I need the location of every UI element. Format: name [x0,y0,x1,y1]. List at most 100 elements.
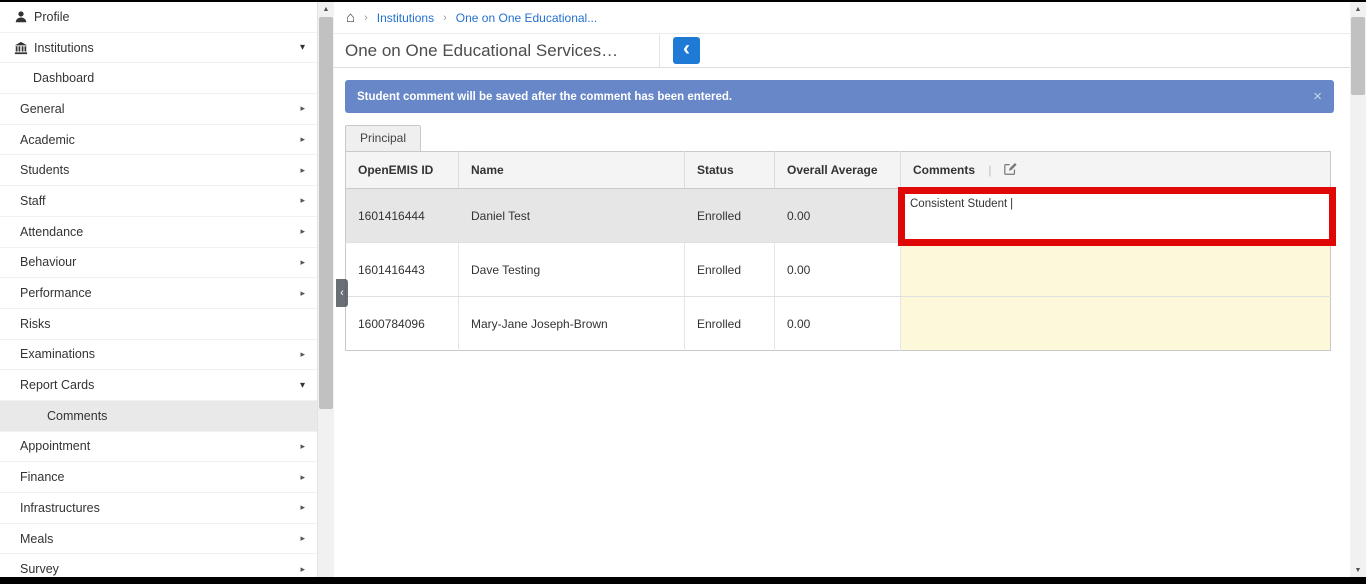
sidebar-item-institutions[interactable]: Institutions ▾ [0,32,317,64]
sidebar-item-performance[interactable]: Performance ▸ [0,278,317,309]
chevron-right-icon: ▸ [300,533,305,544]
breadcrumb-link-institutions[interactable]: Institutions [377,11,434,25]
chevron-right-icon: ▸ [300,164,305,175]
table-row-dave-testing[interactable]: 1601416443 Dave Testing Enrolled 0.00 [345,242,1331,297]
cell-openemis-id: 1601416443 [345,242,459,297]
close-icon[interactable]: × [1313,89,1322,104]
chevron-left-icon: ‹ [340,287,344,299]
cell-status: Enrolled [684,242,775,297]
scroll-up-icon[interactable]: ▲ [318,2,334,16]
sidebar-item-label: Students [20,163,70,178]
page-scrollbar[interactable]: ▲ ▼ [1350,2,1366,577]
sidebar-item-label: Comments [47,408,108,423]
cell-overall-average: 0.00 [774,188,901,243]
scrollbar-thumb[interactable] [1351,17,1365,95]
chevron-left-icon: ‹ [683,37,690,60]
institution-icon [14,41,28,55]
comments-header-label: Comments [913,162,976,177]
scrollbar-thumb[interactable] [319,17,333,409]
sidebar-item-label: Finance [20,470,65,485]
col-header-overall-average[interactable]: Overall Average [774,151,901,189]
col-header-status[interactable]: Status [684,151,775,189]
col-header-name[interactable]: Name [458,151,685,189]
sidebar-item-label: Academic [20,132,75,147]
sidebar-item-survey[interactable]: Survey ▸ [0,554,317,577]
back-button[interactable]: ‹ [673,37,700,64]
sidebar-item-meals[interactable]: Meals ▸ [0,523,317,555]
comment-textarea[interactable]: Consistent Student | [901,189,1330,242]
chevron-right-icon: ▸ [300,348,305,359]
col-header-openemis-id[interactable]: OpenEMIS ID [345,151,459,189]
info-alert: Student comment will be saved after the … [345,80,1334,113]
sidebar-item-label: Survey [20,562,59,577]
sidebar-item-students[interactable]: Students ▸ [0,155,317,187]
table-row-daniel-test[interactable]: 1601416444 Daniel Test Enrolled 0.00 Con… [345,187,1336,246]
sidebar-item-profile[interactable]: Profile [0,2,317,33]
sidebar-item-examinations[interactable]: Examinations ▸ [0,339,317,371]
chevron-right-icon: ▸ [300,471,305,482]
chevron-right-icon: ▸ [300,440,305,451]
comment-cell-active[interactable]: Consistent Student | [898,187,1336,246]
page-title: One on One Educational Services… [334,34,660,67]
chevron-right-icon: ▸ [300,195,305,206]
cell-overall-average: 0.00 [774,296,901,351]
sidebar-item-label: General [20,101,65,116]
chevron-right-icon: ▸ [300,134,305,145]
sidebar-item-label: Examinations [20,347,96,362]
sidebar-item-finance[interactable]: Finance ▸ [0,462,317,493]
scroll-up-icon[interactable]: ▲ [1350,2,1366,16]
sidebar-item-label: Institutions [34,40,94,55]
comment-cell[interactable] [900,296,1331,351]
text-cursor: | [1010,198,1014,210]
sidebar-item-dashboard[interactable]: Dashboard [0,63,317,95]
main-content: ⌂ › Institutions › One on One Educationa… [334,2,1350,577]
sidebar-item-behaviour[interactable]: Behaviour ▸ [0,247,317,279]
comment-cell[interactable] [900,242,1331,297]
sidebar-item-label: Risks [20,316,51,331]
cell-status: Enrolled [684,188,775,243]
sidebar-item-appointment[interactable]: Appointment ▸ [0,431,317,463]
cell-openemis-id: 1600784096 [345,296,459,351]
sidebar-item-comments[interactable]: Comments [0,400,317,432]
sidebar-item-label: Report Cards [20,378,95,393]
table-row-mary-jane[interactable]: 1600784096 Mary-Jane Joseph-Brown Enroll… [345,296,1331,351]
cell-name: Dave Testing [458,242,685,297]
edit-icon[interactable] [1003,162,1018,179]
page-header: One on One Educational Services… ‹ [334,34,1350,68]
breadcrumb-separator-icon: › [443,11,447,24]
main-layout: Profile Institutions ▾ Dashboard General… [0,2,1366,577]
cell-status: Enrolled [684,296,775,351]
sidebar-item-infrastructures[interactable]: Infrastructures ▸ [0,493,317,524]
cell-openemis-id: 1601416444 [345,188,459,243]
breadcrumb-link-institution-name[interactable]: One on One Educational... [456,11,597,25]
sidebar-item-label: Infrastructures [20,500,100,515]
sidebar-item-label: Meals [20,531,54,546]
sidebar-item-attendance[interactable]: Attendance ▸ [0,216,317,248]
chevron-right-icon: ▸ [300,287,305,298]
tab-bar: Principal [345,125,1334,151]
chevron-right-icon: ▸ [300,502,305,513]
chevron-down-icon: ▾ [299,379,305,391]
breadcrumb: ⌂ › Institutions › One on One Educationa… [334,2,1350,34]
user-icon [14,10,28,24]
chevron-right-icon: ▸ [300,103,305,114]
sidebar-item-risks[interactable]: Risks [0,308,317,340]
header-divider: | [988,162,992,177]
sidebar-item-label: Performance [20,286,92,301]
cell-name: Daniel Test [458,188,685,243]
sidebar-item-report-cards[interactable]: Report Cards ▾ [0,370,317,401]
students-comments-table: OpenEMIS ID Name Status Overall Average … [345,151,1336,351]
sidebar-item-label: Staff [20,193,46,208]
tab-principal[interactable]: Principal [345,125,422,151]
sidebar-item-academic[interactable]: Academic ▸ [0,124,317,156]
sidebar-item-label: Attendance [20,224,84,239]
sidebar-collapse-handle[interactable]: ‹ [336,279,348,307]
chevron-right-icon: ▸ [300,256,305,267]
home-icon[interactable]: ⌂ [346,10,355,25]
sidebar: Profile Institutions ▾ Dashboard General… [0,2,318,577]
scroll-down-icon[interactable]: ▼ [1350,563,1366,577]
sidebar-scrollbar[interactable]: ▲ [318,2,334,577]
sidebar-item-general[interactable]: General ▸ [0,94,317,125]
sidebar-item-staff[interactable]: Staff ▸ [0,186,317,217]
col-header-comments: Comments | [900,151,1331,189]
